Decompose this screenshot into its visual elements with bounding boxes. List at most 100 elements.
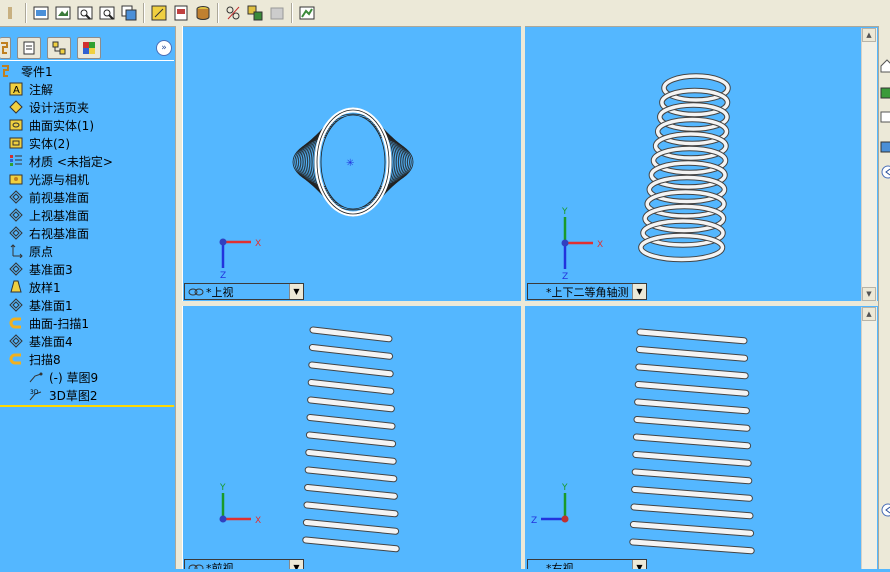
viewport-splitter-vertical[interactable]	[521, 26, 525, 569]
material-icon	[8, 153, 24, 169]
viewport-iso[interactable]: Y X Z *上下二等角轴测 ▼	[525, 28, 860, 301]
scroll-up-icon[interactable]: ▲	[862, 307, 876, 321]
tree-item[interactable]: A 注解	[0, 80, 174, 98]
render-icon[interactable]	[297, 3, 317, 23]
task-pane	[878, 26, 890, 569]
appearance-icon[interactable]	[245, 3, 265, 23]
zoom-to-area-icon[interactable]	[53, 3, 73, 23]
tree-item-label: 放样1	[29, 280, 61, 295]
expand-pane-icon[interactable]	[881, 503, 890, 517]
display-manager-tab-icon[interactable]	[77, 37, 101, 59]
axis-label: Y	[561, 483, 568, 493]
toolbar	[0, 0, 890, 27]
solid-bodies-icon	[8, 135, 24, 151]
tree-item-label: 光源与相机	[29, 172, 90, 187]
viewport-top[interactable]: ✳ X Z *上视 ▼	[183, 28, 521, 301]
dropdown-arrow-icon[interactable]: ▼	[632, 284, 646, 299]
panel-splitter[interactable]	[175, 26, 183, 569]
lights-cameras-icon	[8, 171, 24, 187]
plane-icon	[8, 261, 24, 277]
plane-icon	[8, 225, 24, 241]
property-manager-tab-icon[interactable]	[17, 37, 41, 59]
hide-show-icon[interactable]	[193, 3, 213, 23]
tree-item[interactable]: 右视基准面	[0, 224, 174, 242]
tree-item-label: 设计活页夹	[29, 100, 90, 115]
tree-item[interactable]: 设计活页夹	[0, 98, 174, 116]
tree-item[interactable]: 实体(2)	[0, 134, 174, 152]
collapse-panel-icon[interactable]: »	[156, 40, 172, 56]
zoom-to-selection-icon[interactable]	[97, 3, 117, 23]
tree-item-label: 基准面1	[29, 298, 73, 313]
viewport-label-iso[interactable]: *上下二等角轴测 ▼	[527, 283, 647, 300]
scroll-down-icon[interactable]: ▼	[862, 287, 876, 301]
coordinate-triad: YZ	[531, 483, 569, 526]
link-views-icon	[188, 564, 204, 569]
tree-item-label: 扫描8	[29, 352, 61, 367]
tree-item-label: (-) 草图9	[49, 370, 99, 385]
tree-item[interactable]: 零件1	[0, 62, 174, 80]
design-library-icon[interactable]	[880, 87, 890, 99]
viewport-name: *上下二等角轴测	[546, 285, 629, 299]
tree-item[interactable]: 曲面-扫描1	[0, 314, 174, 332]
pan-icon[interactable]	[1, 3, 21, 23]
viewport-label-top[interactable]: *上视 ▼	[184, 283, 304, 300]
viewport-label-front[interactable]: *前视 ▼	[184, 559, 304, 569]
axis-label: X	[255, 516, 261, 526]
home-icon[interactable]	[880, 59, 890, 73]
feature-manager-tabs: »	[0, 36, 174, 60]
zoom-to-fit-icon[interactable]	[31, 3, 51, 23]
axis-label: Y	[219, 483, 226, 493]
zoom-in-out-icon[interactable]	[75, 3, 95, 23]
viewport-label-right[interactable]: *右视 ▼	[527, 559, 647, 569]
tree-item[interactable]: 原点	[0, 242, 174, 260]
tree-item[interactable]: 上视基准面	[0, 206, 174, 224]
tree-item[interactable]: 基准面4	[0, 332, 174, 350]
rollback-bar[interactable]	[0, 405, 174, 407]
viewport-splitter-horizontal[interactable]	[181, 301, 878, 306]
scroll-up-icon[interactable]: ▲	[862, 28, 876, 42]
tree-item[interactable]: 曲面实体(1)	[0, 116, 174, 134]
scrollbar-vertical[interactable]: ▲	[861, 307, 877, 569]
display-style-icon[interactable]	[149, 3, 169, 23]
tree-item[interactable]: 材质 <未指定>	[0, 152, 174, 170]
tree-item-label: 零件1	[21, 64, 53, 79]
surface-bodies-icon	[8, 117, 24, 133]
expand-pane-icon[interactable]	[881, 165, 890, 179]
tree-item-label: 实体(2)	[29, 136, 70, 151]
view-palette-icon[interactable]	[880, 141, 890, 153]
spring-model-side	[302, 326, 400, 553]
svg-text:3D: 3D	[30, 389, 39, 396]
tree-item[interactable]: 基准面1	[0, 296, 174, 314]
axis-label: Y	[561, 207, 568, 217]
toolbar-separator	[291, 3, 293, 23]
tree-item[interactable]: (-) 草图9	[0, 368, 174, 386]
viewport-name: *上视	[206, 285, 234, 299]
sketch-icon	[28, 369, 44, 385]
dropdown-arrow-icon[interactable]: ▼	[289, 560, 303, 569]
spring-model-iso	[638, 73, 731, 263]
toolbar-separator	[217, 3, 219, 23]
sketch-icon[interactable]	[223, 3, 243, 23]
feature-tree-tab-icon[interactable]	[0, 37, 11, 59]
viewport-name: *右视	[546, 561, 574, 570]
viewport-right[interactable]: YZ *右视 ▼	[525, 307, 860, 569]
toolbar-separator	[143, 3, 145, 23]
dropdown-arrow-icon[interactable]: ▼	[632, 560, 646, 569]
plane-icon	[8, 333, 24, 349]
toolbar-separator	[25, 3, 27, 23]
dropdown-arrow-icon[interactable]: ▼	[289, 284, 303, 299]
tree-item[interactable]: 基准面3	[0, 260, 174, 278]
tree-item[interactable]: 前视基准面	[0, 188, 174, 206]
tree-item[interactable]: 放样1	[0, 278, 174, 296]
standard-views-icon[interactable]	[119, 3, 139, 23]
tree-item-label: 注解	[29, 82, 54, 97]
configuration-manager-tab-icon[interactable]	[47, 37, 71, 59]
tree-item[interactable]: 扫描8	[0, 350, 174, 368]
file-explorer-icon[interactable]	[880, 111, 890, 123]
viewport-front[interactable]: Y X *前视 ▼	[183, 307, 521, 569]
sweep-icon	[8, 351, 24, 367]
tree-item[interactable]: 光源与相机	[0, 170, 174, 188]
section-view-icon[interactable]	[171, 3, 191, 23]
scrollbar-vertical[interactable]: ▲ ▼	[861, 28, 877, 301]
tree-item[interactable]: 3D 3D草图2	[0, 386, 174, 404]
